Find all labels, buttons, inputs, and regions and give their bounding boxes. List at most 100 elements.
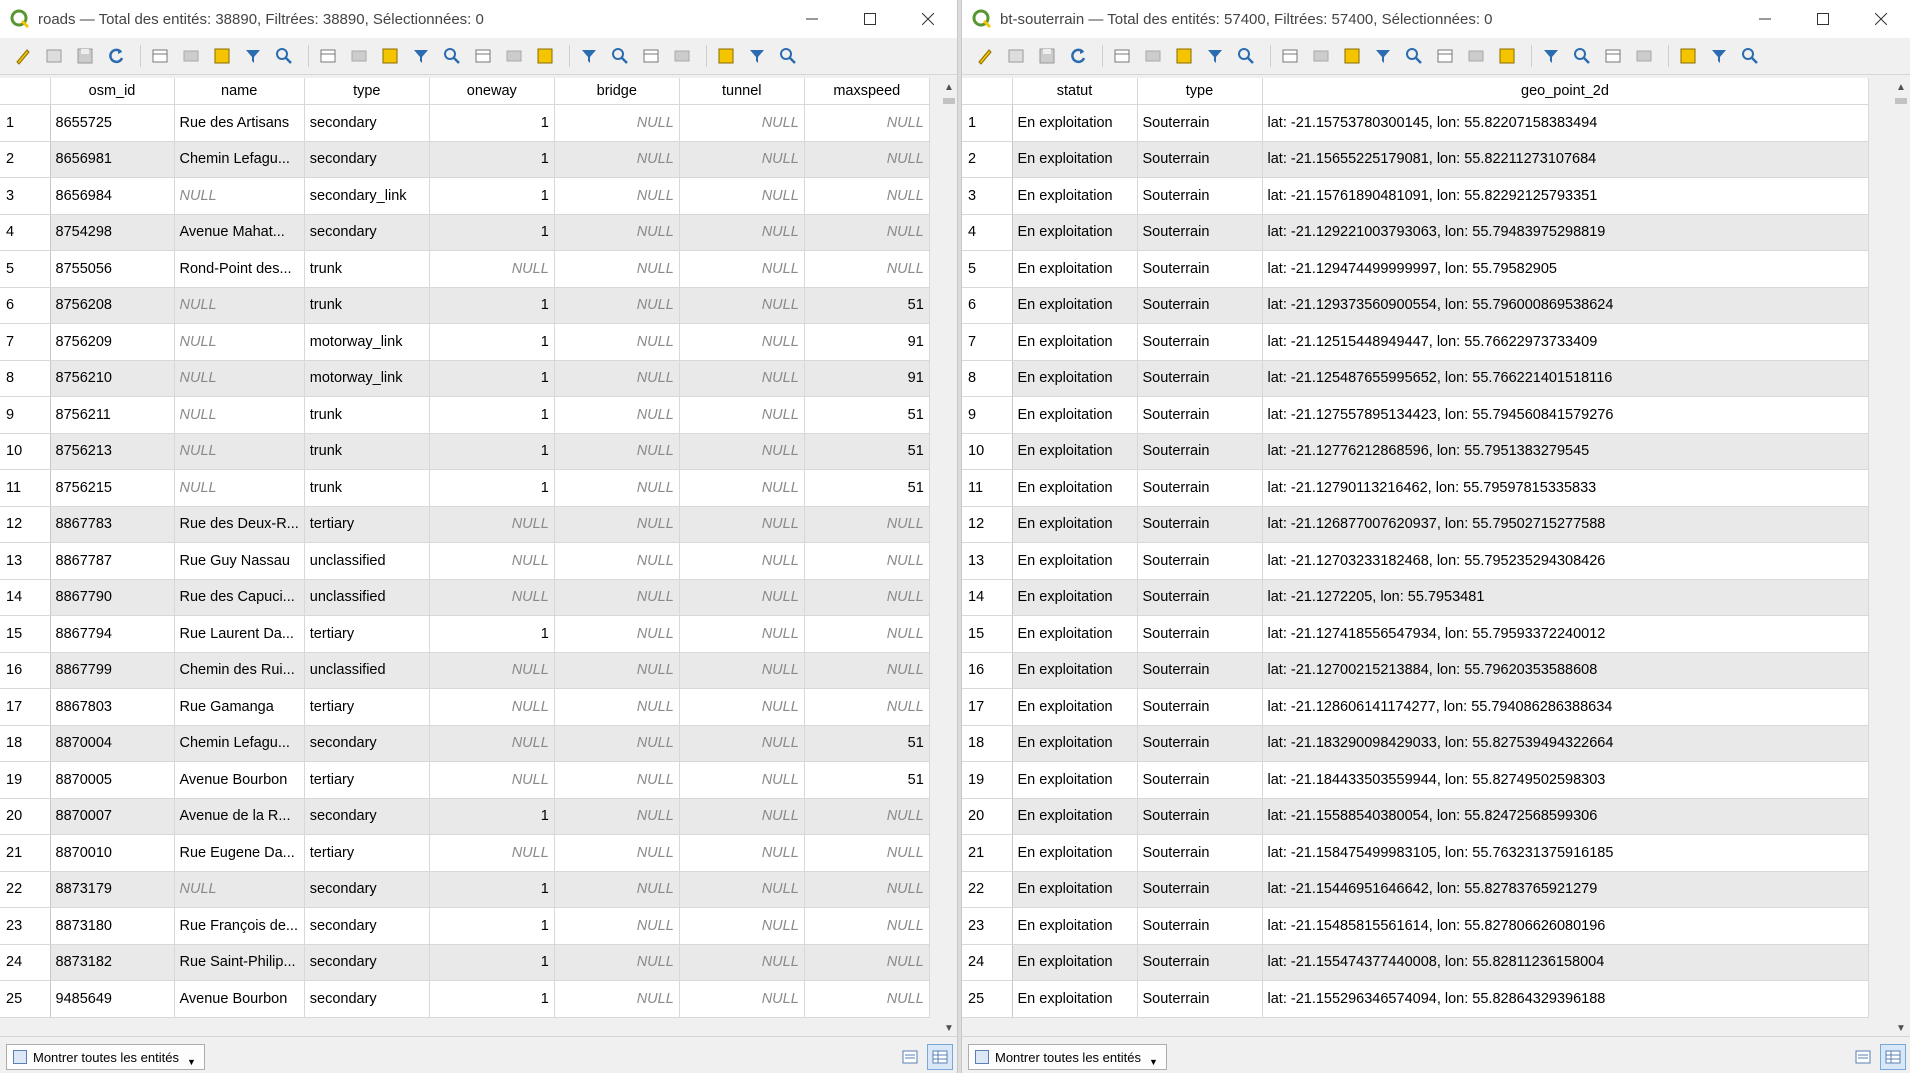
table-cell[interactable]: Chemin des Rui... <box>174 652 305 689</box>
table-cell[interactable]: lat: -21.125487655995652, lon: 55.766221… <box>1262 360 1869 397</box>
add-feature-button[interactable] <box>1109 43 1135 69</box>
table-cell[interactable]: NULL <box>429 542 555 580</box>
table-cell[interactable]: lat: -21.15655225179081, lon: 55.8221127… <box>1262 141 1869 178</box>
cut-button[interactable] <box>1171 43 1197 69</box>
table-cell[interactable]: lat: -21.183290098429033, lon: 55.827539… <box>1262 725 1869 762</box>
table-cell[interactable]: Souterrain <box>1137 214 1263 251</box>
table-cell[interactable]: NULL <box>679 542 805 580</box>
row-header[interactable]: 17 <box>962 688 1013 726</box>
table-cell[interactable]: En exploitation <box>1012 615 1138 653</box>
table-cell[interactable]: 8867790 <box>50 579 175 616</box>
organize-columns-button[interactable] <box>1737 43 1763 69</box>
table-cell[interactable]: En exploitation <box>1012 834 1138 872</box>
table-cell[interactable]: lat: -21.129474499999997, lon: 55.795829… <box>1262 250 1869 288</box>
column-header-type[interactable]: type <box>304 78 430 105</box>
table-cell[interactable]: secondary <box>304 214 430 251</box>
table-row[interactable]: 4 En exploitation Souterrain lat: -21.12922… <box>962 214 1869 251</box>
table-cell[interactable]: NULL <box>679 944 805 981</box>
row-header[interactable]: 11 <box>962 469 1013 507</box>
table-cell[interactable]: NULL <box>554 871 680 908</box>
table-cell[interactable]: lat: -21.15761890481091, lon: 55.8229212… <box>1262 177 1869 215</box>
table-cell[interactable]: lat: -21.128606141174277, lon: 55.794086… <box>1262 688 1869 726</box>
row-header[interactable]: 19 <box>0 761 51 799</box>
table-row[interactable]: 16 8867799 Chemin des Rui... unclassified NU… <box>0 652 930 689</box>
conditional-formatting-button[interactable] <box>1631 43 1657 69</box>
table-cell[interactable]: lat: -21.127557895134423, lon: 55.794560… <box>1262 396 1869 434</box>
toggle-editing-button[interactable] <box>972 43 998 69</box>
select-all-corner[interactable] <box>962 78 1013 105</box>
table-row[interactable]: 5 8755056 Rond-Point des... trunk NULL NULL NU… <box>0 250 930 288</box>
attribute-grid[interactable]: statut type geo_point_2d 1 En exploitation So… <box>962 78 1910 1037</box>
table-cell[interactable]: lat: -21.155296346574094, lon: 55.828643… <box>1262 980 1869 1018</box>
table-cell[interactable]: NULL <box>679 871 805 908</box>
table-view-button[interactable] <box>1880 1044 1906 1070</box>
table-cell[interactable]: 1 <box>429 798 555 835</box>
table-cell[interactable]: NULL <box>679 177 805 215</box>
table-cell[interactable]: trunk <box>304 250 430 288</box>
table-cell[interactable]: NULL <box>679 141 805 178</box>
table-cell[interactable]: NULL <box>804 104 930 142</box>
select-all-corner[interactable] <box>0 78 51 105</box>
table-cell[interactable]: En exploitation <box>1012 980 1138 1018</box>
row-header[interactable]: 18 <box>0 725 51 762</box>
table-cell[interactable]: 8655725 <box>50 104 175 142</box>
table-row[interactable]: 18 En exploitation Souterrain lat: -21.1832… <box>962 725 1869 762</box>
table-cell[interactable]: NULL <box>554 615 680 653</box>
table-cell[interactable]: Souterrain <box>1137 725 1263 762</box>
move-selection-top-button[interactable] <box>470 43 496 69</box>
row-header[interactable]: 1 <box>0 104 51 142</box>
vertical-scrollbar[interactable]: ▲ ▼ <box>1892 78 1910 1037</box>
table-cell[interactable]: NULL <box>804 141 930 178</box>
table-row[interactable]: 1 8655725 Rue des Artisans secondary 1 NULL NU… <box>0 104 930 142</box>
table-row[interactable]: 4 8754298 Avenue Mahat... secondary 1 NULL NUL… <box>0 214 930 251</box>
table-cell[interactable]: trunk <box>304 287 430 324</box>
table-cell[interactable]: secondary <box>304 871 430 908</box>
table-cell[interactable]: Rue Guy Nassau <box>174 542 305 580</box>
organize-columns-button[interactable] <box>775 43 801 69</box>
row-header[interactable]: 6 <box>962 287 1013 324</box>
table-cell[interactable]: NULL <box>429 725 555 762</box>
table-cell[interactable]: NULL <box>679 214 805 251</box>
table-cell[interactable]: NULL <box>804 579 930 616</box>
column-header-type[interactable]: type <box>1137 78 1263 105</box>
column-header-tunnel[interactable]: tunnel <box>679 78 805 105</box>
table-cell[interactable]: lat: -21.129221003793063, lon: 55.794839… <box>1262 214 1869 251</box>
copy-button[interactable] <box>240 43 266 69</box>
table-cell[interactable]: NULL <box>804 652 930 689</box>
table-row[interactable]: 25 En exploitation Souterrain lat: -21.1552… <box>962 980 1869 1018</box>
deselect-button[interactable] <box>408 43 434 69</box>
table-cell[interactable]: En exploitation <box>1012 761 1138 799</box>
table-cell[interactable]: tertiary <box>304 761 430 799</box>
table-cell[interactable]: 8756213 <box>50 433 175 470</box>
table-cell[interactable]: 8867799 <box>50 652 175 689</box>
table-cell[interactable]: NULL <box>174 177 305 215</box>
table-cell[interactable]: secondary <box>304 944 430 981</box>
field-calculator-button[interactable] <box>1600 43 1626 69</box>
table-cell[interactable]: 1 <box>429 944 555 981</box>
table-row[interactable]: 11 En exploitation Souterrain lat: -21.1279… <box>962 469 1869 507</box>
table-row[interactable]: 14 En exploitation Souterrain lat: -21.1272… <box>962 579 1869 616</box>
table-cell[interactable]: NULL <box>554 506 680 543</box>
row-header[interactable]: 24 <box>0 944 51 981</box>
table-cell[interactable]: lat: -21.15446951646642, lon: 55.8278376… <box>1262 871 1869 908</box>
table-cell[interactable]: NULL <box>679 506 805 543</box>
table-row[interactable]: 9 8756211 NULL trunk 1 NULL NULL 51 <box>0 396 930 434</box>
table-cell[interactable]: NULL <box>554 542 680 580</box>
table-cell[interactable]: NULL <box>554 360 680 397</box>
row-header[interactable]: 25 <box>962 980 1013 1018</box>
table-cell[interactable]: En exploitation <box>1012 250 1138 288</box>
table-cell[interactable]: Souterrain <box>1137 834 1263 872</box>
table-cell[interactable]: Souterrain <box>1137 469 1263 507</box>
table-cell[interactable]: En exploitation <box>1012 433 1138 470</box>
minimize-button[interactable] <box>1736 0 1794 38</box>
table-cell[interactable]: NULL <box>679 798 805 835</box>
table-cell[interactable]: NULL <box>804 871 930 908</box>
table-cell[interactable]: secondary <box>304 725 430 762</box>
table-cell[interactable]: lat: -21.12776212868596, lon: 55.7951383… <box>1262 433 1869 470</box>
row-header[interactable]: 5 <box>962 250 1013 288</box>
table-cell[interactable]: NULL <box>804 615 930 653</box>
actions-button[interactable] <box>744 43 770 69</box>
table-cell[interactable]: lat: -21.15753780300145, lon: 55.8220715… <box>1262 104 1869 142</box>
table-cell[interactable]: NULL <box>174 287 305 324</box>
table-cell[interactable]: tertiary <box>304 506 430 543</box>
